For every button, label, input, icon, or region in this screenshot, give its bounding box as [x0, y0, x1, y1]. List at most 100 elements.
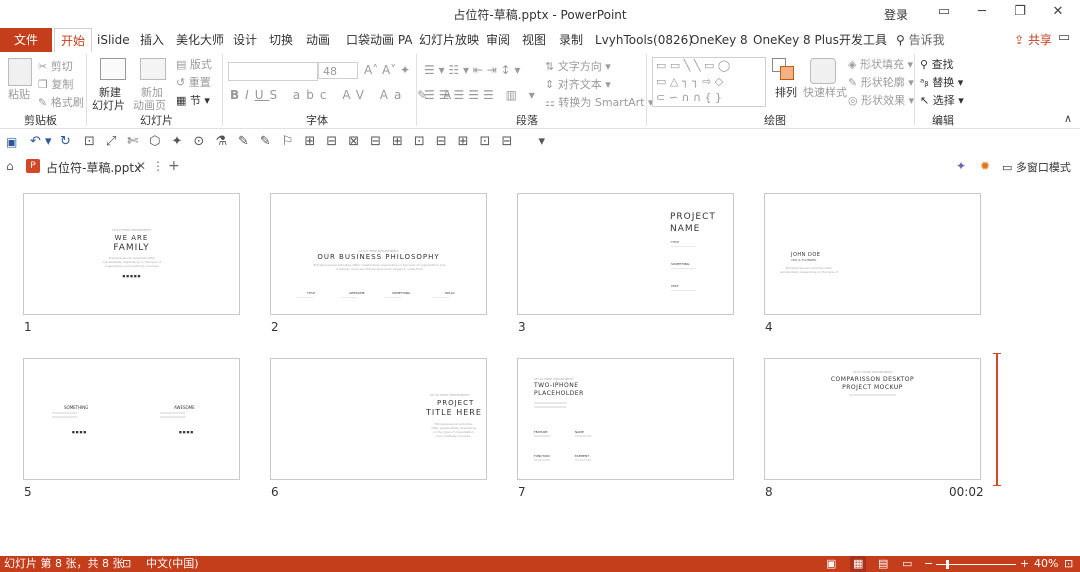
slide-number-6: 6 [271, 485, 279, 499]
zoom-level[interactable]: 40% [1034, 556, 1058, 572]
slide-thumbnail-3[interactable]: PROJECT NAME TITLE ────────────── SOMETH… [517, 193, 734, 315]
restore-icon[interactable]: ❐ [1010, 4, 1030, 24]
zoom-in-icon[interactable]: + [1020, 556, 1029, 572]
tab-lvyhtools[interactable]: LvyhTools(0826) [595, 28, 693, 52]
section-button[interactable]: ▦ 节 ▾ [176, 92, 210, 108]
font-family-input[interactable] [228, 62, 318, 81]
tab-meihua[interactable]: 美化大师 [176, 28, 224, 52]
slide-thumbnail-7[interactable]: STYLE HERE DEPARTMENT TWO-IPHONE PLACEHO… [517, 358, 734, 480]
new-slide-label-2[interactable]: 幻灯片 [92, 97, 125, 113]
replace-button[interactable]: ᵃᵦ 替换 ▾ [920, 74, 963, 90]
tab-slideshow[interactable]: 幻灯片放映 [419, 28, 479, 52]
arrange-icon[interactable] [772, 58, 794, 80]
select-button[interactable]: ↖ 选择 ▾ [920, 92, 964, 108]
tab-file[interactable]: 文件 [0, 28, 52, 52]
slide-sorter: STYLE HERE DEPARTMENT WE ARE FAMILY Entr… [0, 179, 1080, 556]
layout-button[interactable]: ▤ 版式 [176, 56, 212, 72]
ribbon-display-options-icon[interactable]: ▭ [934, 4, 954, 24]
slide-thumbnail-2[interactable]: STYLE HERE DEPARTMENT OUR BUSINESS PHILO… [270, 193, 487, 315]
tab-review[interactable]: 审阅 [486, 28, 510, 52]
tab-onekey8[interactable]: OneKey 8 [690, 28, 748, 52]
new-animation-page-label-2[interactable]: 动画页 [133, 97, 166, 113]
status-bar: 幻灯片 第 8 张，共 8 张 ⊡ 中文(中国) ▣ ▦ ▤ ▭ − + 40%… [0, 556, 1080, 572]
shape-outline-button[interactable]: ✎ 形状轮廓 ▾ [848, 74, 914, 90]
tab-onekey8plus[interactable]: OneKey 8 Plus [753, 28, 839, 52]
slide-thumbnail-5[interactable]: SOMETHING ══════════════ ══════════════ … [23, 358, 240, 480]
text-direction-button[interactable]: ⇅ 文字方向 ▾ [545, 58, 611, 74]
reset-button[interactable]: ↺ 重置 [176, 74, 211, 90]
reading-view-icon[interactable]: ▤ [878, 556, 888, 572]
tab-islide[interactable]: iSlide [97, 28, 130, 52]
quick-styles-button[interactable]: 快速样式 [803, 84, 847, 100]
zoom-slider-thumb[interactable] [946, 560, 949, 569]
comments-icon[interactable]: ▭ [1054, 30, 1074, 50]
clipboard-group-label: 剪贴板 [24, 114, 57, 127]
undo-icon[interactable]: ↶ ▾ [30, 134, 52, 149]
new-tab-icon[interactable]: + [168, 158, 180, 174]
format-painter-button[interactable]: ✎ 格式刷 [38, 94, 84, 110]
paste-icon[interactable] [8, 58, 32, 86]
copy-button[interactable]: ❐ 复制 [38, 76, 73, 92]
tab-transitions[interactable]: 切换 [269, 28, 293, 52]
redo-icon[interactable]: ↻ [60, 134, 71, 149]
doc-tab-name[interactable]: 占位符-草稿.pptx [46, 159, 141, 176]
home-doc-icon[interactable]: ⌂ [6, 159, 14, 173]
font-size-input[interactable]: 48 [318, 62, 358, 79]
slideshow-view-icon[interactable]: ▭ [902, 556, 912, 572]
minimize-icon[interactable]: ─ [972, 4, 992, 24]
slide-thumbnail-6[interactable]: STYLE HERE DEPARTMENT PROJECT TITLE HERE… [270, 358, 487, 480]
tab-pocket-animation[interactable]: 口袋动画 PA [346, 28, 413, 52]
quick-styles-icon[interactable] [810, 58, 836, 84]
share-icon: ⇪ [1014, 33, 1025, 47]
font-size-buttons[interactable]: A˄ A˅ ✦ [364, 63, 410, 77]
shape-effects-button[interactable]: ◎ 形状效果 ▾ [848, 92, 914, 108]
spellcheck-icon[interactable]: ⊡ [122, 556, 131, 572]
share-button[interactable]: ⇪ 共享 [1014, 28, 1052, 52]
ribbon-tabs: 文件 开始 iSlide 插入 美化大师 设计 切换 动画 口袋动画 PA 幻灯… [0, 28, 1080, 52]
paste-button[interactable]: 粘贴 [8, 86, 30, 102]
shape-fill-button[interactable]: ◈ 形状填充 ▾ [848, 56, 913, 72]
settings-icon[interactable]: ✹ [980, 159, 990, 173]
slide-thumbnail-8[interactable]: STYLE HERE DEPARTMENT COMPARISSON DESKTO… [764, 358, 981, 480]
quick-access-tools[interactable]: ⊡⤢✄⬡✦⊙⚗✎✎⚐⊞⊟⊠⊟⊞⊡⊟⊞⊡⊟ ▾ [84, 134, 556, 149]
multiwindow-button[interactable]: ▭ 多窗口模式 [1002, 159, 1071, 175]
ribbon-home: 粘贴 ✂ 剪切 ❐ 复制 ✎ 格式刷 剪贴板 新建 幻灯片 新加 动画页 ▤ 版… [0, 52, 1080, 129]
insertion-marker [996, 353, 998, 486]
tab-view[interactable]: 视图 [522, 28, 546, 52]
slide-sorter-view-icon[interactable]: ▦ [850, 556, 867, 572]
window-title: 占位符-草稿.pptx - PowerPoint [453, 8, 627, 22]
new-slide-icon[interactable] [100, 58, 126, 80]
find-button[interactable]: ⚲ 查找 [920, 56, 954, 72]
zoom-out-icon[interactable]: − [924, 556, 933, 572]
new-animation-page-icon[interactable] [140, 58, 166, 80]
arrange-button[interactable]: 排列 [775, 84, 797, 100]
normal-view-icon[interactable]: ▣ [826, 556, 836, 572]
doc-menu-icon[interactable]: ⋮ [152, 159, 164, 173]
editing-group-label: 编辑 [932, 114, 954, 127]
login-button[interactable]: 登录 [884, 6, 908, 23]
convert-smartart-button[interactable]: ⚏ 转换为 SmartArt ▾ [545, 94, 654, 110]
tab-design[interactable]: 设计 [233, 28, 257, 52]
tell-me-search[interactable]: ⚲ 告诉我 [896, 28, 945, 52]
shapes-gallery[interactable]: ▭ ▭ ╲ ╲ ▭ ◯ ▭ △ ┐ ┐ ⇨ ◇ ⊂ ∽ ∩ ∩ { } [652, 57, 766, 107]
cut-button[interactable]: ✂ 剪切 [38, 58, 73, 74]
tab-home[interactable]: 开始 [54, 28, 93, 52]
islide-icon[interactable]: ✦ [956, 159, 966, 173]
tab-animations[interactable]: 动画 [306, 28, 330, 52]
slide-thumbnail-1[interactable]: STYLE HERE DEPARTMENT WE ARE FAMILY Entr… [23, 193, 240, 315]
tab-insert[interactable]: 插入 [140, 28, 164, 52]
tab-record[interactable]: 录制 [559, 28, 583, 52]
language-indicator[interactable]: 中文(中国) [146, 556, 199, 572]
alignment-buttons[interactable]: ☰☰☰☰☰ ▥ ▾ [424, 88, 539, 102]
close-doc-icon[interactable]: ✕ [136, 159, 146, 173]
slide-8-duration: 00:02 [949, 485, 984, 499]
slide-thumbnail-4[interactable]: JOHN DOE CEO & FOUNDER Entrepreneurial a… [764, 193, 981, 315]
close-icon[interactable]: ✕ [1048, 4, 1068, 24]
fit-to-window-icon[interactable]: ⊡ [1064, 556, 1073, 572]
tab-developer[interactable]: 开发工具 [839, 28, 887, 52]
save-icon[interactable]: ▣ [6, 135, 17, 149]
list-buttons[interactable]: ☰ ▾ ☷ ▾ ⇤ ⇥ ↕ ▾ [424, 63, 520, 77]
align-text-button[interactable]: ⇕ 对齐文本 ▾ [545, 76, 611, 92]
drawing-group-label: 绘图 [764, 114, 786, 127]
collapse-ribbon-icon[interactable]: ∧ [1064, 112, 1072, 125]
